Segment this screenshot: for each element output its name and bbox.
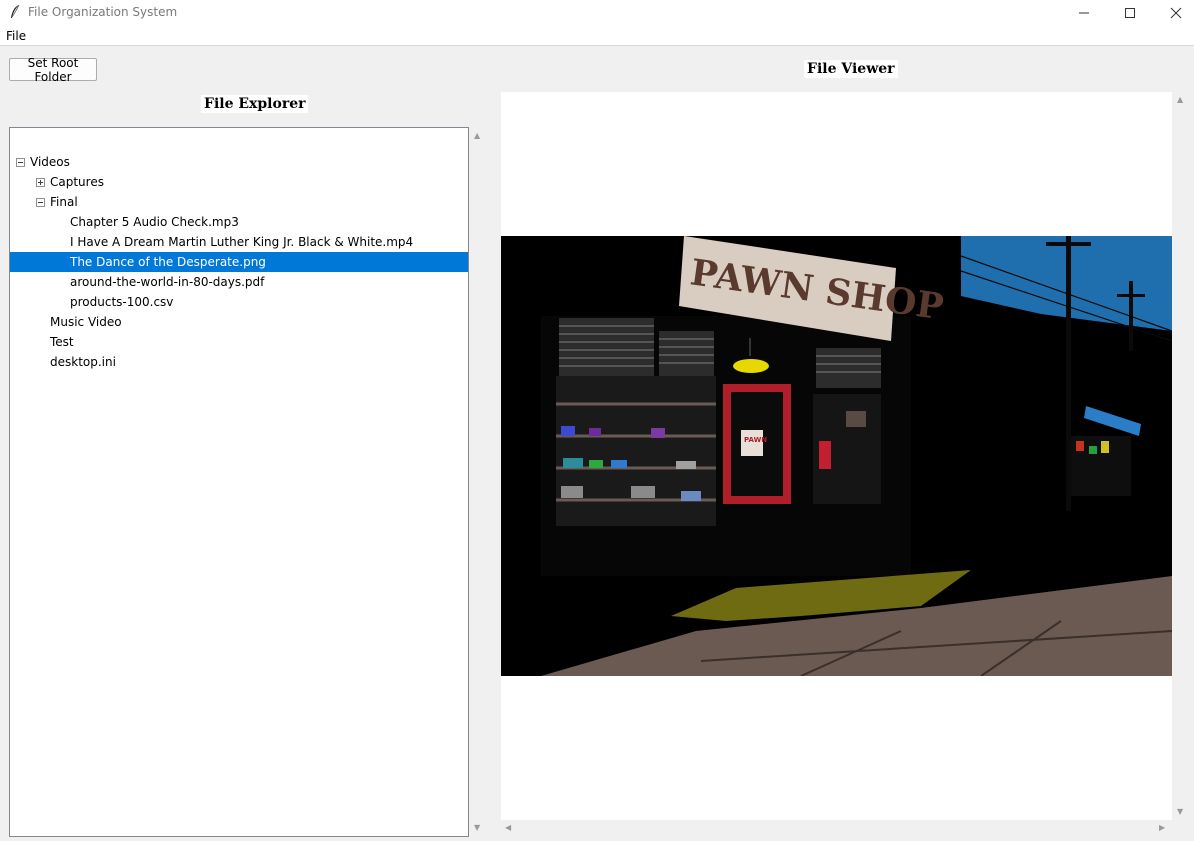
tree-item-file[interactable]: I Have A Dream Martin Luther King Jr. Bl…	[10, 232, 468, 252]
minimize-icon	[1079, 12, 1089, 14]
tree-item-file[interactable]: Chapter 5 Audio Check.mp3	[10, 212, 468, 232]
close-icon	[1170, 7, 1182, 19]
menu-file[interactable]: File	[6, 29, 26, 43]
file-explorer-heading: File Explorer	[201, 95, 309, 113]
tree-item-label: desktop.ini	[50, 355, 116, 369]
tree-scroll-up-icon[interactable]: ▲	[474, 132, 480, 140]
collapse-icon[interactable]	[36, 198, 45, 207]
file-viewer-canvas: PAWN SHOP PAWN	[501, 92, 1172, 820]
tree-item-file-selected[interactable]: The Dance of the Desperate.png	[10, 252, 468, 272]
maximize-button[interactable]	[1107, 0, 1153, 26]
door-sign-text: PAWN	[744, 436, 767, 444]
tree-item-file[interactable]: products-100.csv	[10, 292, 468, 312]
tree-item-label: The Dance of the Desperate.png	[70, 255, 266, 269]
viewer-scroll-up-icon[interactable]: ▲	[1177, 96, 1183, 104]
tree-scroll-down-icon[interactable]: ▼	[474, 824, 480, 832]
close-button[interactable]	[1153, 0, 1194, 26]
tree-item-captures[interactable]: Captures	[10, 172, 468, 192]
minimize-button[interactable]	[1061, 0, 1107, 26]
feather-icon	[11, 4, 20, 18]
window-title: File Organization System	[28, 5, 178, 19]
tree-item-label: Videos	[30, 155, 70, 169]
tree-item-label: Captures	[50, 175, 104, 189]
expand-icon[interactable]	[36, 178, 45, 187]
tree-item-label: Test	[50, 335, 74, 349]
maximize-icon	[1125, 8, 1135, 18]
tree-item-music-video[interactable]: Music Video	[10, 312, 468, 332]
collapse-icon[interactable]	[16, 158, 25, 167]
set-root-folder-button[interactable]: Set Root Folder	[9, 56, 97, 84]
tree-item-label: I Have A Dream Martin Luther King Jr. Bl…	[70, 235, 414, 249]
tree-item-label: around-the-world-in-80-days.pdf	[70, 275, 265, 289]
tree-item-videos[interactable]: Videos	[10, 152, 468, 172]
file-tree[interactable]: Videos Captures Final Chapter 5 Audio Ch…	[9, 127, 469, 837]
file-viewer-heading: File Viewer	[804, 60, 898, 78]
tree-item-test[interactable]: Test	[10, 332, 468, 352]
viewer-scroll-down-icon[interactable]: ▼	[1177, 808, 1183, 816]
tree-item-label: products-100.csv	[70, 295, 174, 309]
tree-item-desktop-ini[interactable]: desktop.ini	[10, 352, 468, 372]
tree-item-label: Chapter 5 Audio Check.mp3	[70, 215, 239, 229]
tree-item-label: Music Video	[50, 315, 122, 329]
menu-bar: File	[0, 26, 1194, 46]
viewer-scroll-left-icon[interactable]: ◀	[505, 824, 511, 832]
pawn-shop-image: PAWN SHOP PAWN	[501, 236, 1172, 676]
title-bar: File Organization System	[0, 0, 1194, 26]
tree-item-file[interactable]: around-the-world-in-80-days.pdf	[10, 272, 468, 292]
tree-item-final[interactable]: Final	[10, 192, 468, 212]
tree-item-label: Final	[50, 195, 78, 209]
viewer-scroll-right-icon[interactable]: ▶	[1159, 824, 1165, 832]
